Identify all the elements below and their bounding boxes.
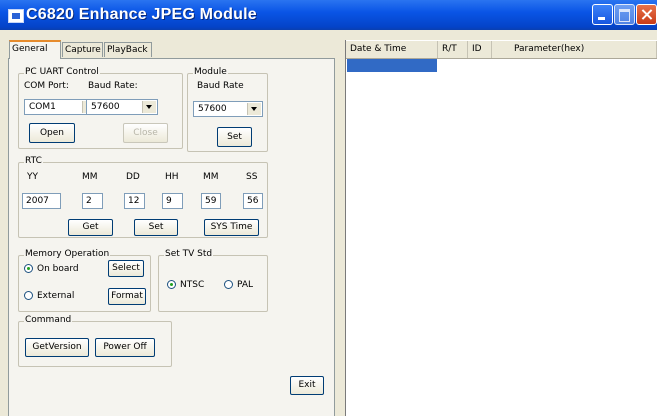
rtc-second-input[interactable]: 56 — [243, 193, 263, 209]
onboard-label: On board — [37, 264, 79, 274]
rtc-year-input[interactable]: 2007 — [22, 193, 61, 209]
log-list-panel[interactable] — [345, 40, 657, 416]
column-rt[interactable]: R/T — [438, 41, 468, 58]
rtc-label-dd: DD — [126, 172, 140, 182]
module-baud-rate-label: Baud Rate — [197, 81, 244, 91]
rtc-label-month: MM — [82, 172, 98, 182]
rtc-hour-input[interactable]: 9 — [162, 193, 183, 209]
rtc-label-ss: SS — [246, 172, 258, 182]
chevron-down-icon[interactable] — [142, 101, 156, 113]
memory-operation-group-title: Memory Operation — [24, 249, 111, 259]
log-list-header: Date & Time R/T ID Parameter(hex) — [346, 41, 657, 59]
rtc-set-button[interactable]: Set — [134, 219, 178, 236]
get-version-button[interactable]: GetVersion — [25, 338, 89, 357]
onboard-radio[interactable] — [24, 264, 33, 273]
close-button[interactable] — [636, 4, 657, 25]
module-baud-rate-select[interactable]: 57600 — [193, 101, 263, 117]
sys-time-button[interactable]: SYS Time — [204, 219, 259, 236]
select-button[interactable]: Select — [108, 260, 144, 277]
module-set-button[interactable]: Set — [217, 127, 252, 147]
selected-list-row[interactable] — [347, 59, 437, 72]
rtc-label-yy: YY — [27, 172, 38, 182]
pal-radio[interactable] — [224, 280, 233, 289]
ntsc-label: NTSC — [180, 280, 205, 290]
pal-label: PAL — [237, 280, 254, 290]
rtc-get-button[interactable]: Get — [68, 219, 113, 236]
open-button[interactable]: Open — [29, 123, 75, 143]
minimize-button[interactable] — [592, 4, 613, 25]
chevron-down-icon[interactable] — [247, 103, 261, 115]
column-parameter[interactable]: Parameter(hex) — [492, 41, 657, 58]
com-port-label: COM Port: — [24, 81, 69, 91]
rtc-label-minute: MM — [203, 172, 219, 182]
rtc-day-input[interactable]: 12 — [124, 193, 145, 209]
module-group-title: Module — [193, 67, 228, 77]
app-icon[interactable] — [8, 9, 24, 23]
rtc-month-input[interactable]: 2 — [82, 193, 103, 209]
tab-capture[interactable]: Capture — [62, 42, 103, 57]
module-baud-rate-value: 57600 — [198, 104, 227, 114]
rtc-minute-input[interactable]: 59 — [201, 193, 221, 209]
pc-uart-group-title: PC UART Control — [24, 67, 100, 77]
column-id[interactable]: ID — [468, 41, 492, 58]
tv-std-group-title: Set TV Std — [164, 249, 214, 259]
external-label: External — [37, 291, 75, 301]
command-group-title: Command — [24, 315, 73, 325]
exit-button[interactable]: Exit — [290, 376, 324, 395]
rtc-label-hh: HH — [165, 172, 179, 182]
window-title: C6820 Enhance JPEG Module — [26, 6, 257, 23]
power-off-button[interactable]: Power Off — [95, 338, 155, 357]
rtc-group-title: RTC — [24, 156, 43, 166]
baud-rate-label: Baud Rate: — [88, 81, 138, 91]
column-date-time[interactable]: Date & Time — [346, 41, 438, 58]
tab-general[interactable]: General — [9, 40, 61, 59]
close-port-button[interactable]: Close — [123, 123, 168, 143]
com-port-value: COM1 — [29, 102, 56, 112]
tab-playback[interactable]: PlayBack — [104, 42, 152, 57]
baud-rate-select[interactable]: 57600 — [86, 99, 158, 115]
ntsc-radio[interactable] — [167, 280, 176, 289]
external-radio[interactable] — [24, 291, 33, 300]
format-button[interactable]: Format — [108, 288, 146, 305]
baud-rate-value: 57600 — [91, 102, 120, 112]
maximize-button[interactable] — [614, 4, 635, 25]
